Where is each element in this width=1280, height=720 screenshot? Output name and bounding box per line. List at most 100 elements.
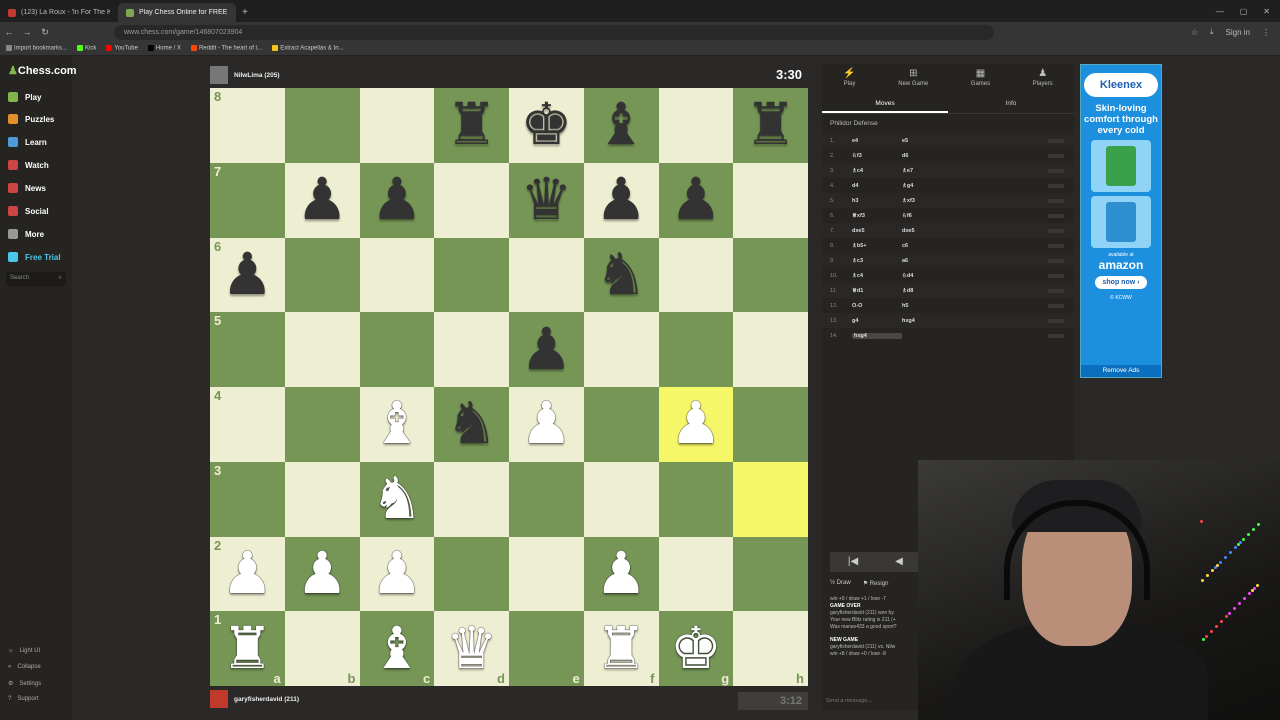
close-window-icon[interactable]: ✕ (1263, 7, 1270, 16)
back-icon[interactable]: ← (0, 27, 18, 37)
black-move[interactable]: d6 (902, 153, 952, 159)
download-icon[interactable]: ⤓ (1210, 27, 1214, 37)
white-rook-icon[interactable]: ♜ (221, 619, 273, 678)
tab-play[interactable]: ⚡ Play (843, 68, 855, 96)
square-g8[interactable] (658, 88, 734, 163)
white-move[interactable]: ♕xf3 (852, 213, 902, 219)
white-pawn-icon[interactable]: ♟ (296, 544, 348, 603)
black-move[interactable]: e5 (902, 138, 952, 144)
black-pawn-icon[interactable]: ♟ (595, 171, 647, 229)
sidebar-item-play[interactable]: Play (8, 92, 41, 102)
advertisement[interactable]: Kleenex Skin-loving comfort through ever… (1080, 64, 1162, 378)
white-move[interactable]: h3 (852, 198, 902, 204)
black-move[interactable]: ♗g4 (902, 183, 952, 189)
sidebar-item-social[interactable]: Social (8, 206, 49, 216)
black-pawn-icon[interactable]: ♟ (296, 171, 348, 229)
square-b8[interactable] (284, 88, 360, 163)
white-pawn-icon[interactable]: ♟ (520, 395, 572, 453)
black-pawn-icon[interactable]: ♟ (371, 171, 423, 229)
white-move[interactable]: ♗b5+ (852, 243, 902, 249)
black-move[interactable]: ♘f6 (902, 213, 952, 219)
square-b3[interactable] (284, 461, 360, 537)
square-a8[interactable]: 8 (210, 88, 285, 163)
black-move[interactable]: hxg4 (902, 318, 952, 324)
square-e8[interactable]: ♚ (509, 88, 584, 163)
sidebar-item-learn[interactable]: Learn (8, 137, 47, 147)
square-f3[interactable] (583, 461, 659, 537)
bookmark-star-icon[interactable]: ☆ (1191, 28, 1198, 37)
square-a6[interactable]: 6 ♟ (210, 237, 285, 313)
sidebar-item-watch[interactable]: Watch (8, 160, 49, 170)
black-knight-icon[interactable]: ♞ (446, 395, 498, 453)
square-h4[interactable] (733, 387, 808, 462)
sidebar-item-more[interactable]: More (8, 229, 44, 239)
chess-board[interactable]: 8 ♜ ♚ ♝ ♜ 7 ♟ ♟ ♛ ♟ ♟ 6 ♟ ♞ 5 ♟ 4 ♝ ♞ ♟ ♟ 3 ♞ 2 ♟ ♟ ♟ ♟ 1 a ♜ b c ♝ d ♛ e f ♜ g… (210, 88, 808, 686)
black-king-icon[interactable]: ♚ (520, 96, 572, 154)
square-b5[interactable] (284, 312, 360, 387)
browser-tab-1[interactable]: (123) La Roux - 'In For The Kill' (0, 3, 118, 22)
collapse-button[interactable]: «Collapse (8, 664, 41, 670)
black-move[interactable]: c6 (902, 243, 952, 249)
white-pawn-icon[interactable]: ♟ (670, 395, 722, 453)
square-c2[interactable]: ♟ (359, 536, 435, 612)
tab-new-game[interactable]: ⊞ New Game (898, 68, 928, 96)
tab-info[interactable]: Info (948, 96, 1074, 113)
bookmark-item[interactable]: Extract Acapellas & In... (272, 45, 344, 52)
white-move[interactable]: dxe5 (852, 228, 902, 234)
url-field[interactable]: www.chess.com/game/146807023904 (114, 24, 994, 40)
browser-tab-2[interactable]: Play Chess Online for FREE - 2 (118, 3, 236, 22)
square-g6[interactable] (658, 237, 734, 313)
square-d6[interactable] (434, 237, 509, 313)
maximize-icon[interactable]: ▢ (1240, 7, 1248, 16)
black-pawn-icon[interactable]: ♟ (520, 320, 572, 379)
white-king-icon[interactable]: ♚ (670, 619, 722, 678)
black-pawn-icon[interactable]: ♟ (670, 171, 722, 229)
square-e7[interactable]: ♛ (509, 162, 584, 238)
square-f8[interactable]: ♝ (583, 88, 659, 163)
square-f2[interactable]: ♟ (583, 536, 659, 612)
square-e3[interactable] (509, 461, 584, 537)
white-pawn-icon[interactable]: ♟ (595, 544, 647, 603)
white-move[interactable]: d4 (852, 183, 902, 189)
square-g4[interactable]: ♟ (658, 387, 734, 462)
bookmark-item[interactable]: Reddit - The heart of t... (190, 45, 262, 52)
white-bishop-icon[interactable]: ♝ (371, 619, 423, 678)
square-h3[interactable] (733, 461, 808, 537)
square-h1[interactable]: h (733, 611, 808, 686)
square-h7[interactable] (733, 162, 808, 238)
black-move[interactable]: ♗e7 (902, 168, 952, 174)
square-a5[interactable]: 5 (210, 312, 285, 387)
resign-button[interactable]: ⚑ Resign (863, 580, 889, 587)
square-f6[interactable]: ♞ (583, 237, 659, 313)
white-queen-icon[interactable]: ♛ (446, 619, 498, 678)
bookmark-item[interactable]: YouTube (106, 45, 138, 52)
black-move[interactable]: ♘d4 (902, 273, 952, 279)
shop-now-button[interactable]: shop now › (1094, 276, 1148, 289)
square-b7[interactable]: ♟ (284, 162, 360, 238)
square-d5[interactable] (434, 312, 509, 387)
white-move[interactable]: hxg4 (852, 332, 902, 339)
white-move[interactable]: e4 (852, 138, 902, 144)
remove-ads-button[interactable]: Remove Ads (1081, 365, 1161, 377)
new-tab-icon[interactable]: + (236, 7, 254, 22)
square-a3[interactable]: 3 (210, 461, 285, 537)
white-move[interactable]: ♗c4 (852, 168, 902, 174)
square-h6[interactable] (733, 237, 808, 313)
square-c5[interactable] (359, 312, 435, 387)
square-g3[interactable] (658, 461, 734, 537)
menu-icon[interactable]: ⋮ (1262, 28, 1270, 37)
square-c6[interactable] (359, 237, 435, 313)
square-c8[interactable] (359, 88, 435, 163)
square-h2[interactable] (733, 536, 808, 612)
square-f7[interactable]: ♟ (583, 162, 659, 238)
light-ui-button[interactable]: ☼ Light UI (8, 648, 40, 654)
black-move[interactable]: ♗d8 (902, 288, 952, 294)
square-b6[interactable] (284, 237, 360, 313)
chesscom-logo[interactable]: ♟Chess.com (8, 64, 77, 77)
minimize-icon[interactable]: — (1216, 7, 1224, 16)
square-h5[interactable] (733, 312, 808, 387)
square-f1[interactable]: f ♜ (583, 611, 659, 686)
square-d8[interactable]: ♜ (434, 88, 509, 163)
square-f4[interactable] (583, 387, 659, 462)
square-c1[interactable]: c ♝ (359, 611, 435, 686)
